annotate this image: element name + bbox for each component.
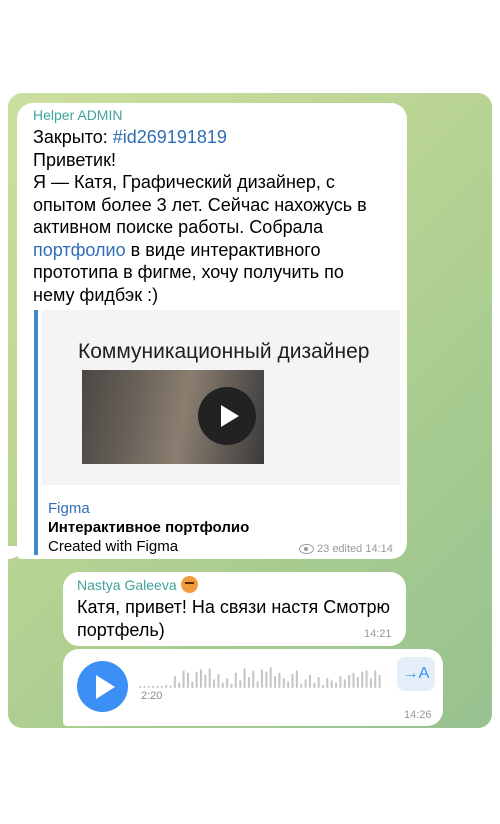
eye-icon xyxy=(299,544,314,555)
waveform-bar xyxy=(322,684,324,688)
message-text-fragment: в виде интерактивного xyxy=(125,239,321,260)
message-bubble-nastya[interactable]: Nastya Galeeva Катя, привет! На связи на… xyxy=(63,572,406,646)
preview-description: Created with Figma xyxy=(48,538,179,555)
waveform-bar xyxy=(139,685,141,688)
waveform-bar xyxy=(156,685,159,688)
waveform-bar xyxy=(269,667,272,688)
waveform-bar xyxy=(365,670,368,688)
waveform-bar xyxy=(213,679,216,688)
waveform-bar xyxy=(356,677,359,688)
waveform-bar xyxy=(326,678,329,688)
waveform-bar xyxy=(304,679,307,688)
edited-time: edited 14:14 xyxy=(332,543,393,555)
message-text-line: портфель) xyxy=(77,619,165,640)
transcribe-button[interactable]: →A xyxy=(397,657,435,691)
waveform-bar xyxy=(287,681,290,688)
message-time: 14:21 xyxy=(364,628,392,640)
voice-waveform[interactable] xyxy=(139,665,383,689)
message-bubble-admin[interactable]: Helper ADMIN Закрыто: #id269191819 Приве… xyxy=(17,103,407,559)
portfolio-link[interactable]: портфолио xyxy=(33,240,126,260)
message-text-line: портфолио в виде интерактивного xyxy=(33,239,320,262)
message-time: 14:26 xyxy=(404,709,432,721)
waveform-bar xyxy=(200,669,202,688)
waveform-bar xyxy=(278,672,281,688)
waveform-bar xyxy=(147,685,150,688)
message-text-line: прототипа в фигме, хочу получить по xyxy=(33,262,344,282)
closed-label: Закрыто: xyxy=(33,127,113,147)
waveform-bar xyxy=(186,672,189,688)
waveform-bar xyxy=(352,672,355,688)
waveform-bar xyxy=(252,670,255,688)
video-thumbnail[interactable] xyxy=(82,370,264,464)
waveform-bar xyxy=(330,680,333,688)
waveform-bar xyxy=(335,682,338,688)
play-voice-button[interactable] xyxy=(77,661,128,712)
waveform-bar xyxy=(217,673,220,688)
waveform-bar xyxy=(256,681,259,688)
message-text-line: Я — Катя, Графический дизайнер, с xyxy=(33,172,335,192)
message-text-line: активном поиске работы. Собрала xyxy=(33,217,324,237)
message-text-closed: Закрыто: #id269191819 xyxy=(33,126,227,149)
link-preview-image[interactable]: Коммуникационный дизайнер xyxy=(42,310,400,485)
preview-image-title: Коммуникационный дизайнер xyxy=(78,340,370,363)
waveform-bar xyxy=(261,669,263,688)
waveform-bar xyxy=(378,674,381,688)
waveform-bar xyxy=(178,682,181,688)
waveform-bar xyxy=(265,671,268,688)
waveform-bar xyxy=(173,675,176,688)
waveform-bar xyxy=(208,668,211,688)
preview-title: Интерактивное портфолио xyxy=(48,519,250,536)
waveform-bar xyxy=(160,685,163,688)
waveform-bar xyxy=(234,672,237,688)
view-count: 23 xyxy=(317,543,330,555)
waveform-bar xyxy=(374,670,377,688)
waveform-bar xyxy=(361,671,364,688)
sender-name[interactable]: Nastya Galeeva xyxy=(77,576,198,593)
waveform-bar xyxy=(343,679,346,688)
waveform-bar xyxy=(221,682,224,688)
waveform-bar xyxy=(239,680,242,688)
sender-name-text: Nastya Galeeva xyxy=(77,577,177,593)
voice-message-bubble[interactable]: 2:20 →A 14:26 xyxy=(63,649,443,726)
waveform-bar xyxy=(369,678,372,688)
waveform-bar xyxy=(165,684,168,688)
waveform-bar xyxy=(295,670,298,688)
message-meta: 23 edited 14:14 xyxy=(299,543,393,555)
message-text-line: Приветик! xyxy=(33,149,116,170)
waveform-bar xyxy=(143,685,146,688)
waveform-bar xyxy=(152,685,155,688)
ticket-hashtag-link[interactable]: #id269191819 xyxy=(113,127,227,147)
waveform-bar xyxy=(300,683,303,688)
sender-name[interactable]: Helper ADMIN xyxy=(33,107,122,123)
waveform-bar xyxy=(195,671,198,688)
waveform-bar xyxy=(230,683,233,688)
waveform-bar xyxy=(243,668,246,688)
emoji-status-icon xyxy=(180,576,198,593)
waveform-bar xyxy=(313,682,316,688)
waveform-bar xyxy=(291,673,294,688)
waveform-bar xyxy=(348,674,351,688)
waveform-bar xyxy=(169,685,172,688)
waveform-bar xyxy=(182,670,185,688)
waveform-bar xyxy=(339,675,342,688)
play-icon[interactable] xyxy=(198,387,256,445)
waveform-bar xyxy=(226,678,229,688)
waveform-bar xyxy=(274,675,277,688)
waveform-bar xyxy=(204,674,207,688)
message-text-line: нему фидбэк :) xyxy=(33,284,159,305)
message-text-line: Катя, привет! На связи настя Смотрю xyxy=(77,597,391,617)
waveform-bar xyxy=(282,678,285,688)
preview-site-name: Figma xyxy=(48,500,90,517)
link-preview[interactable]: Коммуникационный дизайнер Figma Интеракт… xyxy=(34,310,400,555)
waveform-bar xyxy=(317,677,320,688)
waveform-bar xyxy=(308,674,311,688)
voice-duration: 2:20 xyxy=(141,690,163,702)
waveform-bar xyxy=(191,681,194,688)
message-text-line: опытом более 3 лет. Сейчас нахожусь в xyxy=(33,194,367,215)
waveform-bar xyxy=(247,677,250,688)
